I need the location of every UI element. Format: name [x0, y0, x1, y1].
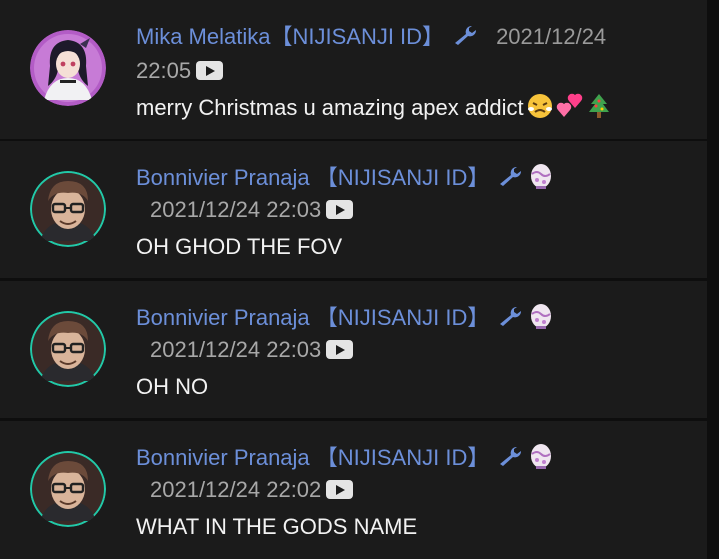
- comment-text-content: merry Christmas u amazing apex addict: [136, 94, 524, 120]
- author-name-text[interactable]: Bonnivier Pranaja 【NIJISANJI ID】: [136, 445, 489, 470]
- author-name[interactable]: Bonnivier Pranaja 【NIJISANJI ID】: [136, 440, 553, 476]
- comment-time: 2021/12/24 22:02: [150, 477, 322, 502]
- author-name[interactable]: Bonnivier Pranaja 【NIJISANJI ID】: [136, 160, 553, 196]
- comment-item: Mika Melatika【NIJISANJI ID】 2021/12/24 22…: [0, 0, 707, 139]
- comment-timestamp: 2021/12/24 22:02: [150, 477, 354, 503]
- comment-timestamp: 2021/12/24 22:03: [150, 337, 354, 363]
- comment-date: 2021/12/24: [496, 24, 607, 49]
- video-timestamp-icon[interactable]: [326, 199, 354, 219]
- avatar[interactable]: [30, 171, 106, 247]
- comment-feed: Mika Melatika【NIJISANJI ID】 2021/12/24 22…: [0, 0, 707, 559]
- two-hearts-emoji: [556, 93, 584, 125]
- comment-item: Bonnivier Pranaja 【NIJISANJI ID】 2021/12…: [0, 421, 707, 559]
- egg-icon: [529, 162, 553, 196]
- wrench-icon: [497, 305, 523, 333]
- wrench-icon: [452, 24, 478, 52]
- comment-time: 2021/12/24 22:03: [150, 337, 322, 362]
- comment-timestamp: 22:05: [136, 58, 224, 84]
- video-timestamp-icon[interactable]: [196, 60, 224, 80]
- comment-text: merry Christmas u amazing apex addict: [136, 92, 611, 126]
- comment-text: OH GHOD THE FOV: [136, 234, 343, 259]
- avatar[interactable]: [30, 451, 106, 527]
- video-timestamp-icon[interactable]: [326, 479, 354, 499]
- comment-time: 2021/12/24 22:03: [150, 197, 322, 222]
- author-name-text[interactable]: Bonnivier Pranaja 【NIJISANJI ID】: [136, 165, 489, 190]
- egg-icon: [529, 302, 553, 336]
- egg-icon: [529, 442, 553, 476]
- avatar[interactable]: [30, 30, 106, 106]
- avatar[interactable]: [30, 311, 106, 387]
- wrench-icon: [497, 445, 523, 473]
- christmas-tree-emoji: [587, 92, 611, 126]
- author-name[interactable]: Mika Melatika【NIJISANJI ID】 2021/12/24: [136, 19, 606, 52]
- author-name-text[interactable]: Mika Melatika【NIJISANJI ID】: [136, 24, 444, 49]
- comment-time: 22:05: [136, 58, 192, 83]
- tired-face-emoji: [527, 93, 553, 125]
- comment-item: Bonnivier Pranaja 【NIJISANJI ID】 2021/12…: [0, 141, 707, 278]
- comment-item: Bonnivier Pranaja 【NIJISANJI ID】 2021/12…: [0, 281, 707, 418]
- comment-timestamp: 2021/12/24 22:03: [150, 197, 354, 223]
- video-timestamp-icon[interactable]: [326, 339, 354, 359]
- comment-text: OH NO: [136, 374, 209, 399]
- scrollbar[interactable]: [707, 0, 719, 559]
- author-name-text[interactable]: Bonnivier Pranaja 【NIJISANJI ID】: [136, 305, 489, 330]
- wrench-icon: [497, 165, 523, 193]
- comment-text: WHAT IN THE GODS NAME: [136, 514, 418, 539]
- author-name[interactable]: Bonnivier Pranaja 【NIJISANJI ID】: [136, 300, 553, 336]
